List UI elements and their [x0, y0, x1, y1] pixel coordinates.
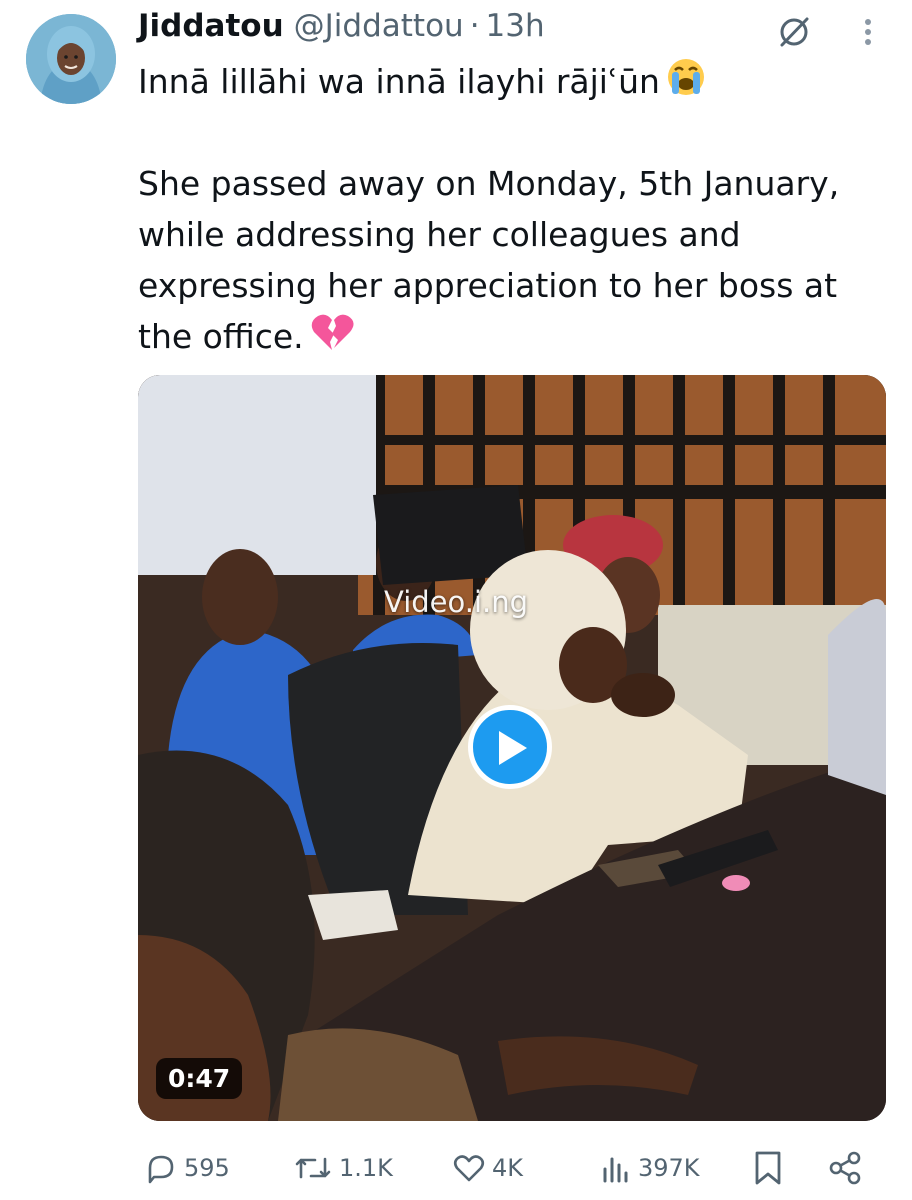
tweet-text-line: Innā lillāhi wa innā ilayhi rājiʿūn	[138, 56, 878, 111]
bookmark-icon	[755, 1151, 781, 1185]
tweet-text-main: She passed away on Monday, 5th January, …	[138, 164, 840, 356]
action-bar: 595 1.1K 4K 397K	[0, 1146, 912, 1190]
repost-button[interactable]: 1.1K	[293, 1146, 393, 1190]
broken-heart-icon	[310, 312, 354, 366]
play-icon	[499, 731, 527, 765]
tweet-text-first: Innā lillāhi wa innā ilayhi rājiʿūn	[138, 62, 660, 101]
grok-icon[interactable]	[776, 14, 812, 54]
reply-icon	[148, 1155, 174, 1184]
video-player[interactable]: Video.i.ng 0:47	[138, 375, 886, 1121]
video-duration: 0:47	[156, 1058, 243, 1099]
tweet-text-body: She passed away on Monday, 5th January, …	[138, 158, 878, 366]
share-button[interactable]	[828, 1146, 864, 1190]
play-button[interactable]	[468, 705, 552, 789]
repost-icon	[295, 1157, 331, 1179]
video-watermark: Video.i.ng	[384, 585, 529, 619]
heart-icon	[453, 1155, 485, 1182]
views-button[interactable]: 397K	[600, 1146, 700, 1190]
reply-count: 595	[184, 1154, 230, 1182]
like-button[interactable]: 4K	[452, 1146, 523, 1190]
separator-dot: ·	[469, 8, 480, 44]
view-count: 397K	[638, 1154, 700, 1182]
author-handle[interactable]: @Jiddattou	[294, 8, 464, 44]
tweet-time[interactable]: 13h	[486, 8, 545, 44]
more-options-icon[interactable]	[858, 14, 878, 54]
avatar[interactable]	[26, 14, 116, 104]
bookmark-button[interactable]	[752, 1146, 784, 1190]
share-icon	[829, 1151, 861, 1185]
views-chart-icon	[603, 1157, 628, 1183]
tweet: Jiddatou @Jiddattou · 13h Innā lillāhi w…	[0, 0, 912, 1200]
loudly-crying-face-icon	[666, 57, 706, 111]
reply-button[interactable]: 595	[144, 1146, 230, 1190]
author-name[interactable]: Jiddatou	[138, 8, 284, 44]
repost-count: 1.1K	[339, 1154, 393, 1182]
tweet-header: Jiddatou @Jiddattou · 13h	[138, 8, 778, 58]
like-count: 4K	[492, 1154, 524, 1182]
